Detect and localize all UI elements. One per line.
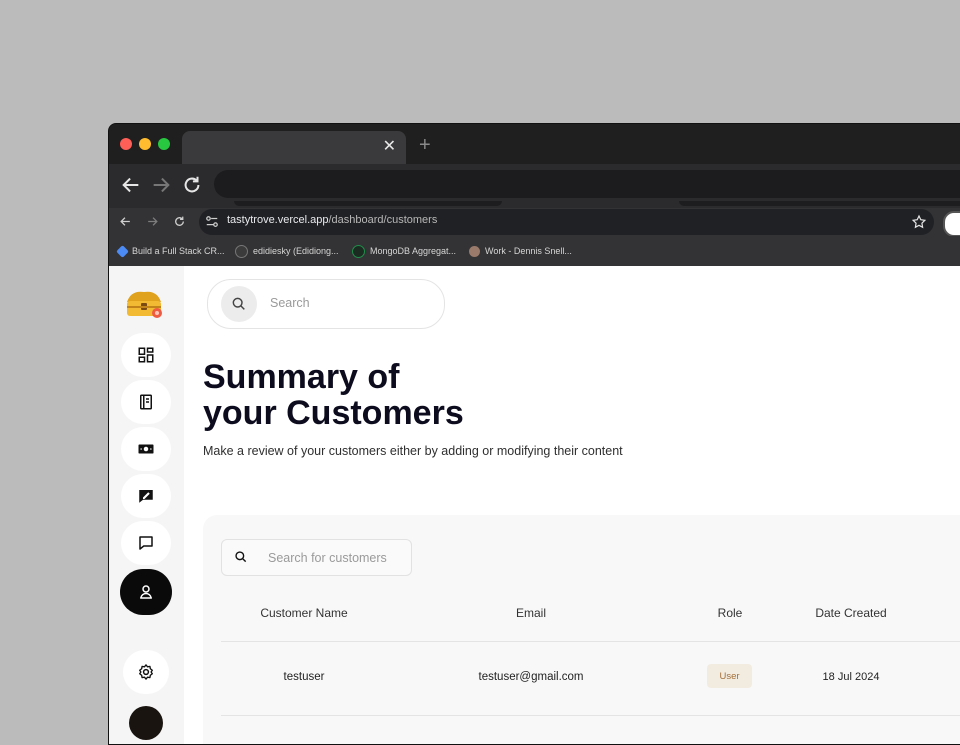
page-title-line: Summary of <box>203 358 400 396</box>
page-title-line: your Customers <box>203 394 464 432</box>
browser-tab[interactable]: ✕ <box>182 131 406 164</box>
column-header-date[interactable]: Date Created <box>815 606 886 620</box>
avatar[interactable] <box>129 706 163 740</box>
sidebar-item-menu[interactable] <box>121 380 171 424</box>
forward-icon[interactable] <box>146 215 159 228</box>
title-bar: ✕ + <box>109 124 960 164</box>
page-title: Summary of your Customers <box>203 359 464 431</box>
chat-icon <box>139 536 153 550</box>
profile-avatar-icon[interactable] <box>943 211 960 237</box>
mongodb-leaf-icon <box>352 244 365 258</box>
sidebar-item-payments[interactable] <box>121 427 171 471</box>
column-header-role[interactable]: Role <box>718 606 743 620</box>
column-header-name[interactable]: Customer Name <box>260 606 347 620</box>
search-icon <box>235 551 247 563</box>
customers-panel: Search for customers Customer Name Email… <box>203 515 960 744</box>
search-button[interactable] <box>221 286 257 322</box>
bookmark-item[interactable]: edidiesky (Edidiong... <box>235 244 339 258</box>
search-input[interactable]: Search <box>270 296 310 310</box>
address-bar[interactable]: tastytrove.vercel.app/dashboard/customer… <box>199 209 934 235</box>
column-header-email[interactable]: Email <box>516 606 546 620</box>
sidebar-item-customers[interactable] <box>120 569 172 615</box>
cell-email: testuser@gmail.com <box>478 671 584 683</box>
inner-tab-edge <box>679 201 960 206</box>
user-photo-icon <box>469 245 480 257</box>
sidebar-item-dashboard[interactable] <box>121 333 171 377</box>
customer-search[interactable]: Search for customers <box>221 539 412 576</box>
role-badge: User <box>707 664 752 688</box>
sidebar-item-messages[interactable] <box>121 521 171 565</box>
back-icon[interactable] <box>119 215 132 228</box>
inner-toolbar: tastytrove.vercel.app/dashboard/customer… <box>109 208 960 237</box>
table-divider <box>221 641 960 642</box>
inner-tab-edge <box>234 201 502 206</box>
cell-customer-name: testuser <box>283 671 325 683</box>
bookmark-item[interactable]: Build a Full Stack CR... <box>116 244 225 258</box>
close-window-button[interactable] <box>120 138 132 150</box>
dashboard-grid-icon <box>138 347 154 363</box>
forward-icon[interactable] <box>150 174 172 196</box>
bookmark-item[interactable]: MongoDB Aggregat... <box>352 244 456 258</box>
url-text[interactable]: tastytrove.vercel.app/dashboard/customer… <box>227 214 437 226</box>
message-edit-icon <box>139 490 153 503</box>
minimize-window-button[interactable] <box>139 138 151 150</box>
bookmark-label: Work - Dennis Snell... <box>485 246 572 256</box>
maximize-window-button[interactable] <box>158 138 170 150</box>
app-logo-icon[interactable] <box>123 286 165 320</box>
github-icon <box>235 244 248 258</box>
app-page: Search Summary of your Customers Make a … <box>109 266 960 744</box>
bookmark-label: Build a Full Stack CR... <box>132 246 225 256</box>
sidebar-item-reviews[interactable] <box>121 474 171 518</box>
book-icon <box>140 394 152 410</box>
sidebar <box>109 266 184 744</box>
new-tab-button[interactable]: + <box>419 134 431 156</box>
outer-address-bar[interactable] <box>214 170 960 198</box>
reload-icon[interactable] <box>181 174 203 196</box>
bookmark-label: edidiesky (Edidiong... <box>253 246 339 256</box>
user-icon <box>140 585 152 599</box>
table-divider <box>221 715 960 716</box>
search-icon <box>232 297 245 310</box>
reload-icon[interactable] <box>173 215 186 228</box>
browser-window: ✕ + tastytrove.vercel.app/dashboard/cust… <box>108 123 960 745</box>
customer-search-input[interactable]: Search for customers <box>268 551 387 565</box>
url-host: tastytrove.vercel.app <box>227 214 329 226</box>
back-icon[interactable] <box>120 174 142 196</box>
site-settings-icon[interactable] <box>205 215 219 229</box>
tab-close-icon[interactable]: ✕ <box>383 137 396 157</box>
money-icon <box>138 444 154 454</box>
bookmark-star-icon[interactable] <box>911 214 927 230</box>
page-subtitle: Make a review of your customers either b… <box>203 444 623 458</box>
blue-diamond-icon <box>116 244 129 258</box>
url-path: /dashboard/customers <box>328 214 438 226</box>
bookmark-item[interactable]: Work - Dennis Snell... <box>469 244 572 258</box>
bookmark-label: MongoDB Aggregat... <box>370 246 457 256</box>
gear-icon <box>139 664 153 680</box>
settings-button[interactable] <box>123 650 169 694</box>
cell-date-created: 18 Jul 2024 <box>822 671 880 683</box>
bookmarks-bar: Build a Full Stack CR... edidiesky (Edid… <box>109 236 960 267</box>
header-search[interactable]: Search <box>207 279 445 329</box>
